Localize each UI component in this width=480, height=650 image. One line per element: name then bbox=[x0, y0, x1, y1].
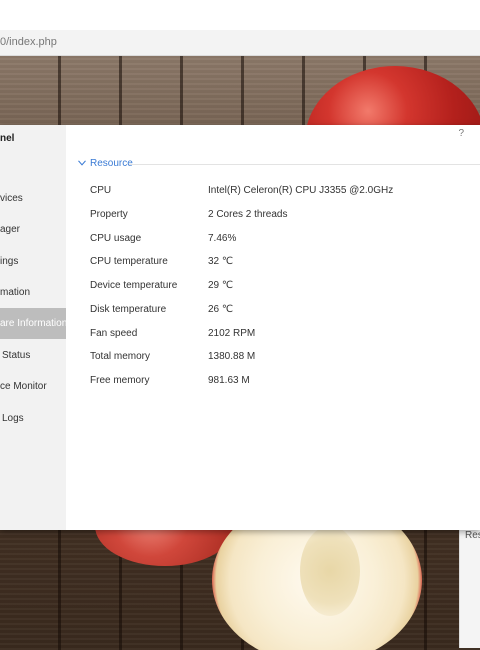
sidebar-item-label: Status bbox=[2, 350, 31, 361]
info-row-device-temperature: Device temperature 29 ℃ bbox=[90, 280, 233, 291]
info-row-property: Property 2 Cores 2 threads bbox=[90, 209, 288, 220]
sidebar-item-manager[interactable]: ager bbox=[0, 214, 66, 245]
info-label: Free memory bbox=[90, 375, 150, 386]
sidebar-item-devices[interactable]: vices bbox=[0, 183, 66, 214]
info-label: Disk temperature bbox=[90, 304, 167, 315]
sidebar-item-label: mation bbox=[0, 287, 31, 298]
sidebar-item-settings[interactable]: ings bbox=[0, 246, 66, 277]
url-text[interactable]: 0/index.php bbox=[0, 36, 57, 48]
info-value: 1380.88 M bbox=[208, 351, 256, 362]
info-row-cpu: CPU Intel(R) Celeron(R) CPU J3355 @2.0GH… bbox=[90, 185, 393, 196]
sidebar: nel vices ager ings mation are Informati… bbox=[0, 125, 66, 530]
sidebar-item-label: vices bbox=[0, 193, 23, 204]
sidebar-title: nel bbox=[0, 133, 15, 144]
section-divider bbox=[129, 164, 480, 165]
sidebar-item-resource-monitor[interactable]: ce Monitor bbox=[0, 371, 66, 402]
info-row-cpu-usage: CPU usage 7.46% bbox=[90, 233, 236, 244]
sidebar-item-hardware-information[interactable]: are Information bbox=[0, 308, 66, 339]
info-value: 26 ℃ bbox=[208, 304, 234, 315]
info-value: 32 ℃ bbox=[208, 256, 234, 267]
info-label: CPU bbox=[90, 185, 112, 196]
sidebar-item-label: ce Monitor bbox=[0, 381, 47, 392]
control-panel-window: nel vices ager ings mation are Informati… bbox=[0, 125, 480, 530]
info-row-disk-temperature: Disk temperature 26 ℃ bbox=[90, 304, 233, 315]
resource-section-toggle[interactable]: Resource bbox=[78, 158, 133, 169]
info-label: Total memory bbox=[90, 351, 151, 362]
browser-tab-bar bbox=[0, 0, 480, 31]
info-row-fan-speed: Fan speed 2102 RPM bbox=[90, 328, 255, 339]
background-window-label: Res bbox=[465, 530, 480, 541]
info-row-total-memory: Total memory 1380.88 M bbox=[90, 351, 255, 362]
info-row-free-memory: Free memory 981.63 M bbox=[90, 375, 250, 386]
background-window[interactable]: Res bbox=[459, 524, 480, 648]
info-label: Fan speed bbox=[90, 328, 138, 339]
sidebar-item-information[interactable]: mation bbox=[0, 277, 66, 308]
address-bar[interactable]: 0/index.php bbox=[0, 30, 480, 56]
info-value: 981.63 M bbox=[208, 375, 250, 386]
info-label: CPU usage bbox=[90, 233, 142, 244]
section-title: Resource bbox=[90, 158, 133, 169]
sidebar-item-label: ager bbox=[0, 224, 21, 235]
info-label: Property bbox=[90, 209, 128, 220]
sidebar-item-status[interactable]: Status bbox=[0, 340, 66, 371]
wallpaper-apple-core bbox=[300, 526, 360, 616]
info-label: Device temperature bbox=[90, 280, 178, 291]
sidebar-item-label: are Information bbox=[0, 318, 66, 329]
chevron-down-icon bbox=[78, 158, 86, 169]
info-row-cpu-temperature: CPU temperature 32 ℃ bbox=[90, 256, 233, 267]
help-icon[interactable]: ? bbox=[458, 128, 464, 139]
hardware-information-panel: ? Resource CPU Intel(R) Celeron(R) CPU J… bbox=[66, 125, 480, 530]
info-value: 2 Cores 2 threads bbox=[208, 209, 288, 220]
sidebar-item-label: ings bbox=[0, 256, 19, 267]
sidebar-item-label: Logs bbox=[2, 413, 24, 424]
info-value: 7.46% bbox=[208, 233, 237, 244]
info-label: CPU temperature bbox=[90, 256, 168, 267]
info-value: 2102 RPM bbox=[208, 328, 256, 339]
info-value: 29 ℃ bbox=[208, 280, 234, 291]
info-value: Intel(R) Celeron(R) CPU J3355 @2.0GHz bbox=[208, 185, 394, 196]
sidebar-item-logs[interactable]: Logs bbox=[0, 403, 66, 434]
